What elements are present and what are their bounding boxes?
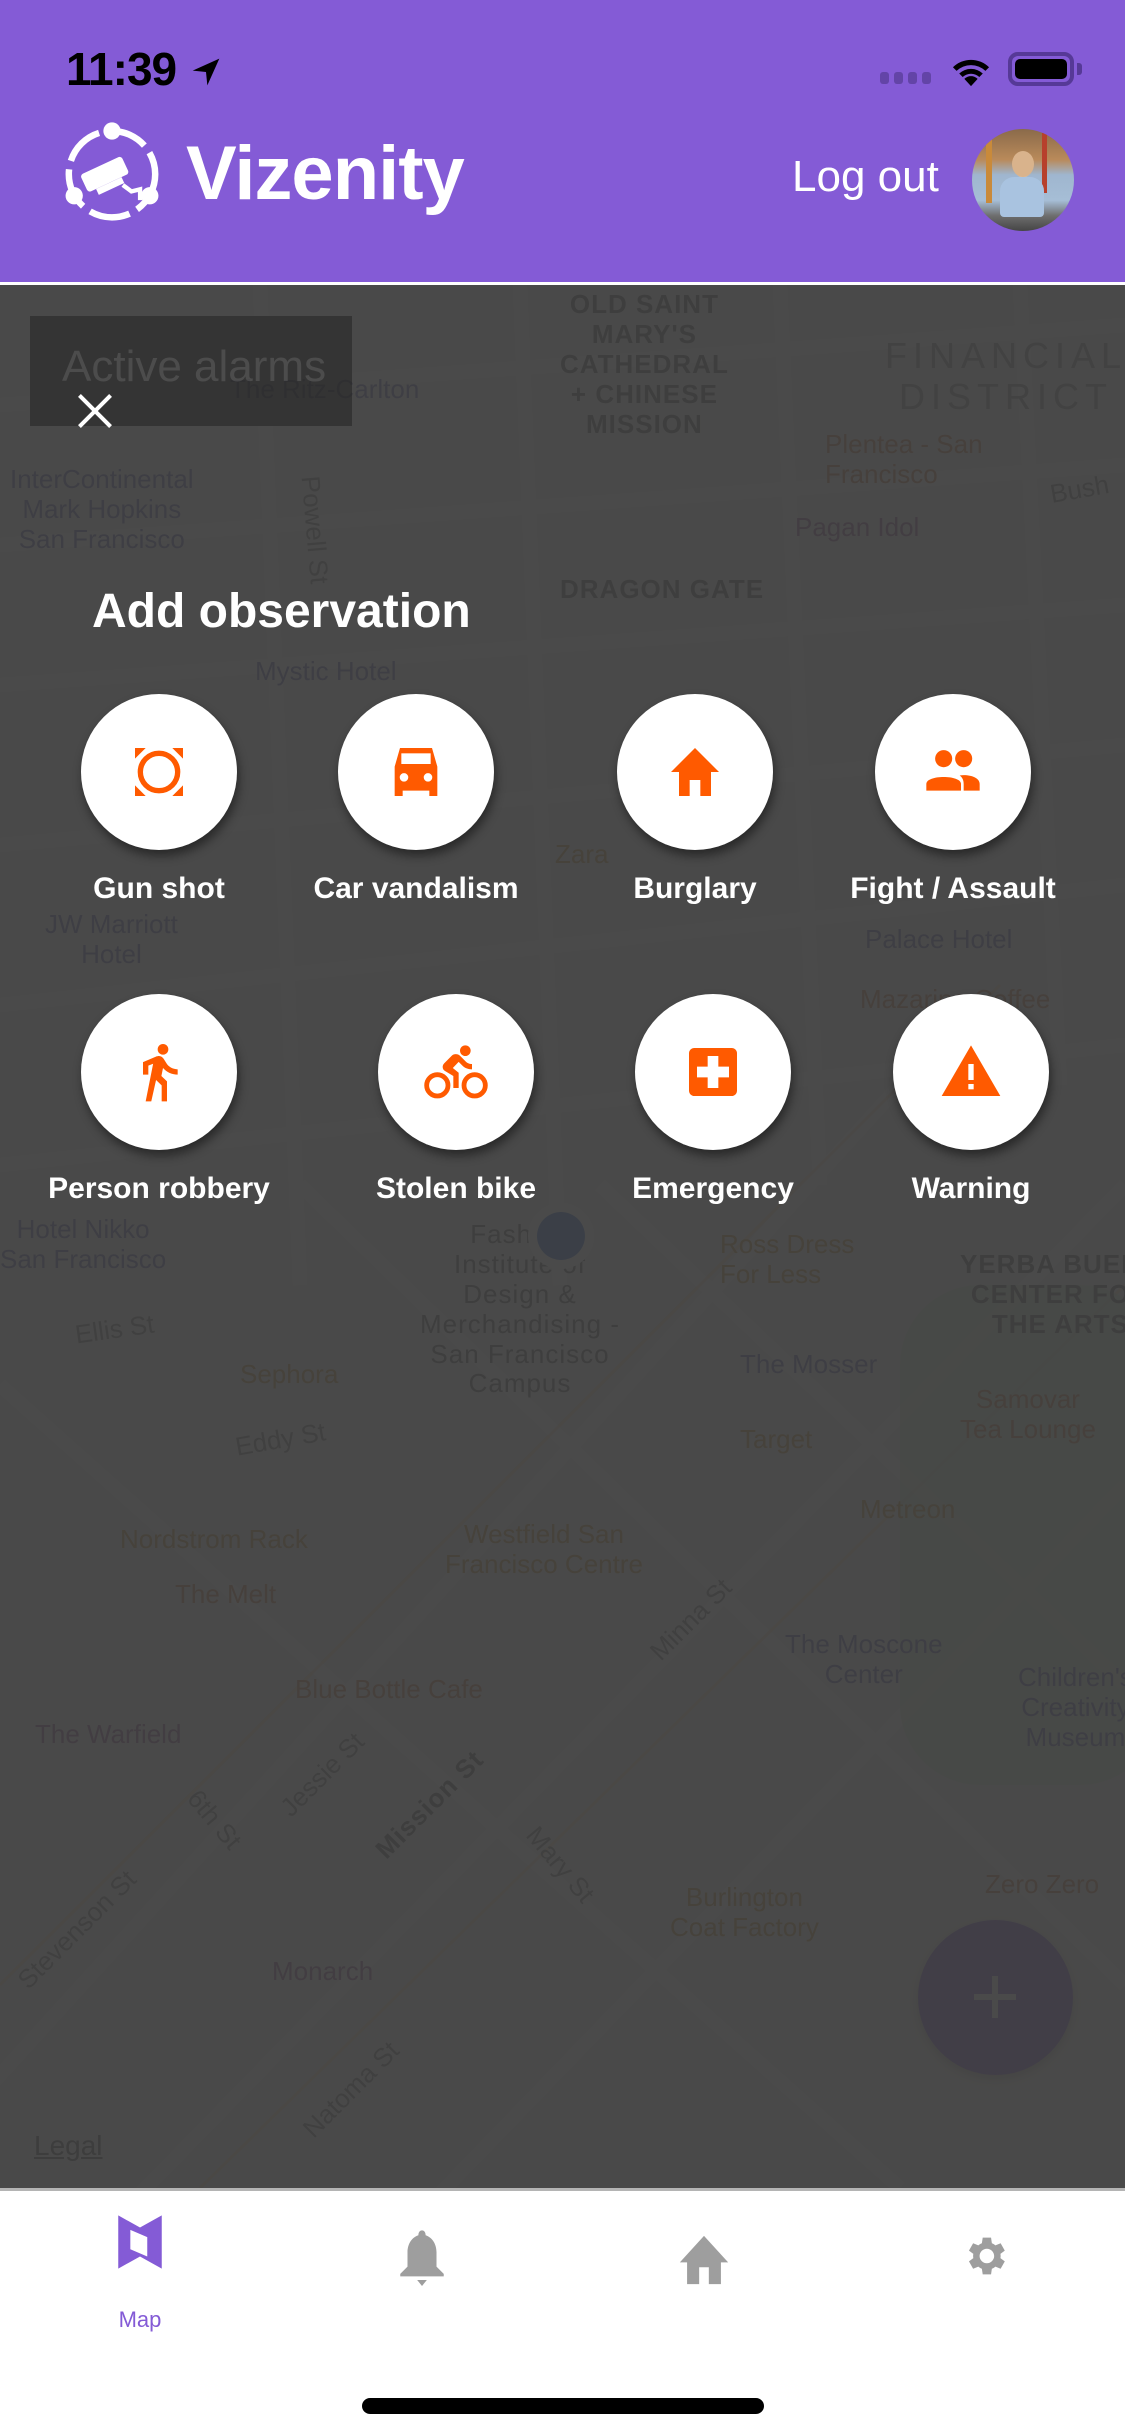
- observation-gun-shot[interactable]: Gun shot: [29, 694, 289, 934]
- observation-button[interactable]: [81, 994, 237, 1150]
- observation-label: Gun shot: [93, 872, 225, 905]
- observation-person-robbery[interactable]: Person robbery: [29, 994, 289, 1234]
- avatar[interactable]: [972, 129, 1074, 231]
- observation-button[interactable]: [893, 994, 1049, 1150]
- active-alarms-label: Active alarms: [62, 342, 327, 391]
- observation-label: Car vandalism: [313, 872, 519, 905]
- observation-warning[interactable]: Warning: [841, 994, 1101, 1234]
- bicycle-icon: [424, 1045, 488, 1099]
- medical-cross-icon: [689, 1048, 737, 1096]
- tab-settings[interactable]: [915, 2213, 1055, 2333]
- home-icon: [679, 2235, 729, 2285]
- observation-label: Warning: [911, 1172, 1031, 1205]
- observation-stolen-bike[interactable]: Stolen bike: [326, 994, 586, 1234]
- house-icon: [671, 748, 719, 796]
- home-indicator: [362, 2398, 764, 2414]
- running-person-icon: [143, 1044, 178, 1102]
- observation-label: Emergency: [632, 1172, 794, 1205]
- tab-map[interactable]: Map: [70, 2213, 210, 2333]
- observation-label: Person robbery: [48, 1172, 270, 1205]
- observation-label: Stolen bike: [375, 1172, 537, 1205]
- cellular-signal-icon: [880, 72, 931, 84]
- logout-button[interactable]: Log out: [792, 152, 939, 202]
- camera-network-logo-icon: [65, 122, 159, 221]
- observation-car-vandalism[interactable]: Car vandalism: [286, 694, 546, 934]
- wifi-icon: [952, 59, 990, 87]
- bell-icon: [400, 2230, 444, 2286]
- observation-button[interactable]: [635, 994, 791, 1150]
- tab-map-label: Map: [118, 2307, 162, 2332]
- gunshot-target-icon: [135, 748, 183, 796]
- map-icon: [118, 2215, 162, 2269]
- observation-button[interactable]: [81, 694, 237, 850]
- observation-button[interactable]: [617, 694, 773, 850]
- observation-label: Fight / Assault: [850, 872, 1056, 905]
- car-icon: [394, 748, 438, 796]
- tab-home[interactable]: [634, 2213, 774, 2333]
- observation-button[interactable]: [378, 994, 534, 1150]
- people-icon: [926, 750, 980, 791]
- observation-burglary[interactable]: Burglary: [565, 694, 825, 934]
- observation-label: Burglary: [633, 872, 757, 905]
- tab-alerts[interactable]: [352, 2213, 492, 2333]
- observation-button[interactable]: [338, 694, 494, 850]
- observation-emergency[interactable]: Emergency: [583, 994, 843, 1234]
- warning-triangle-icon: [941, 1045, 1001, 1096]
- battery-tip: [1077, 63, 1082, 75]
- status-time: 11:39: [66, 43, 177, 95]
- location-arrow-icon: [192, 58, 220, 86]
- battery-full-icon: [1008, 52, 1074, 86]
- observation-button[interactable]: [875, 694, 1031, 850]
- close-icon[interactable]: [70, 386, 120, 436]
- modal-backdrop[interactable]: [0, 285, 1125, 2188]
- brand-name: Vizenity: [186, 131, 465, 216]
- add-observation-title: Add observation: [92, 585, 471, 638]
- app-header: 11:39 Vizenity Log out: [0, 0, 1125, 282]
- observation-fight-assault[interactable]: Fight / Assault: [823, 694, 1083, 934]
- gear-icon: [968, 2237, 1005, 2275]
